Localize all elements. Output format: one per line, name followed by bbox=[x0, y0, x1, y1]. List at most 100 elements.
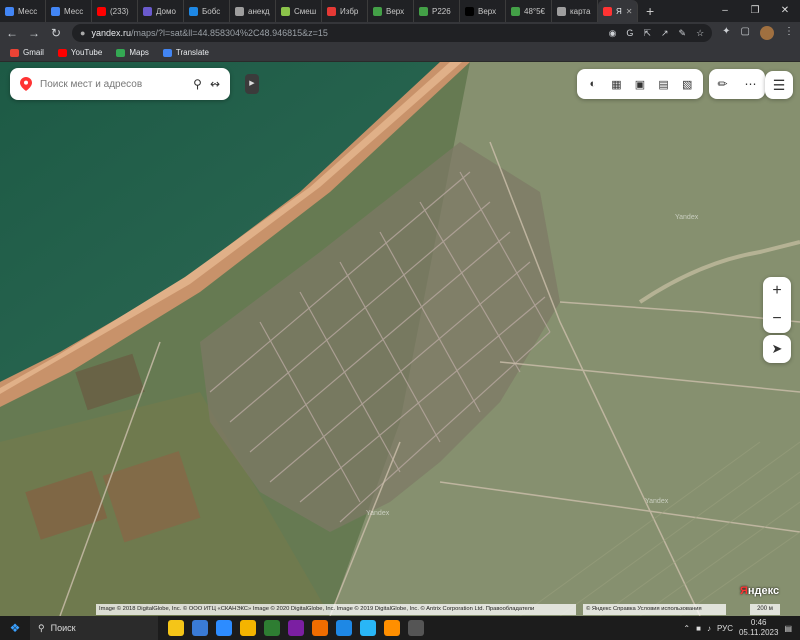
transport-icon[interactable]: ▤ bbox=[655, 78, 673, 91]
bookmark-label: Gmail bbox=[23, 48, 44, 57]
clock-time: 0:46 bbox=[750, 618, 767, 627]
tab-title: Смеш bbox=[294, 6, 317, 16]
bookmark-label: YouTube bbox=[70, 48, 103, 57]
browser-tab[interactable]: Верх bbox=[368, 0, 414, 22]
satellite-map[interactable]: Yandex Yandex Yandex bbox=[0, 62, 800, 616]
taskbar-app-icon[interactable] bbox=[384, 620, 400, 636]
bookmark-item[interactable]: Translate bbox=[162, 48, 209, 57]
zoom-in-button[interactable]: + bbox=[763, 277, 791, 305]
taskbar-app-icon[interactable] bbox=[312, 620, 328, 636]
map-tools: ✏ ⋯ bbox=[709, 69, 765, 99]
bookmark-favicon-icon bbox=[162, 48, 172, 57]
maximize-button[interactable]: ❐ bbox=[740, 0, 770, 22]
taskbar-app-icon[interactable] bbox=[216, 620, 232, 636]
tab-title: 48°5€ bbox=[524, 6, 545, 16]
volume-icon[interactable]: ♪ bbox=[707, 624, 711, 633]
network-icon[interactable]: ■ bbox=[696, 624, 701, 633]
ruler-icon[interactable]: ✏ bbox=[717, 77, 727, 91]
browser-tab[interactable]: (233) bbox=[92, 0, 138, 22]
browser-tab[interactable]: Верх bbox=[460, 0, 506, 22]
windows-start-icon[interactable]: ❖ bbox=[0, 621, 30, 635]
map-layers-icon[interactable]: ◐ bbox=[584, 78, 602, 90]
browser-tab[interactable]: анекд bbox=[230, 0, 276, 22]
windows-taskbar: ❖ ⚲ Поиск ⌃ ■ ♪ РУС 0:46 05.11.2023 ▤ bbox=[0, 616, 800, 640]
translate-icon[interactable]: ✎ bbox=[679, 28, 687, 39]
close-tab-icon[interactable]: ✕ bbox=[626, 7, 633, 16]
share-icon[interactable]: ↗ bbox=[661, 28, 669, 39]
location-icon[interactable]: ◉ bbox=[609, 28, 617, 39]
map-search-box: ⚲ ↭ bbox=[10, 68, 230, 100]
sidebar-toggle-button[interactable]: ▶ bbox=[245, 74, 259, 94]
tab-favicon-icon bbox=[603, 6, 612, 16]
chrome-menu-icon[interactable]: ⋮ bbox=[784, 26, 794, 40]
map-watermark: Yandex bbox=[366, 510, 390, 517]
profile-avatar[interactable] bbox=[760, 26, 774, 40]
forward-icon[interactable]: → bbox=[28, 26, 40, 40]
map-footer-links[interactable]: © Яндекс Справка Условия использования bbox=[583, 604, 726, 615]
url-host: yandex.ru bbox=[91, 28, 131, 38]
layer-controls: ◐ ▦ ▣ ▤ ▧ bbox=[577, 69, 703, 99]
browser-tab[interactable]: Месс bbox=[0, 0, 46, 22]
tab-title: Я bbox=[616, 6, 622, 16]
map-type-icon[interactable]: ▧ bbox=[678, 78, 696, 91]
browser-tab[interactable]: Бобс bbox=[184, 0, 230, 22]
taskbar-app-icon[interactable] bbox=[288, 620, 304, 636]
window-controls: – ❐ ✕ bbox=[710, 0, 800, 22]
bookmark-item[interactable]: Gmail bbox=[10, 48, 44, 57]
yandex-logo[interactable]: Яндекс bbox=[740, 585, 779, 597]
more-icon[interactable]: ⋯ bbox=[745, 77, 757, 91]
zoom-out-button[interactable]: − bbox=[763, 305, 791, 333]
geolocation-button[interactable]: ➤ bbox=[763, 335, 791, 363]
taskbar-search-label: Поиск bbox=[50, 623, 76, 633]
bookmarks-bar: Gmail YouTube Maps Translate bbox=[0, 44, 800, 62]
taskbar-app-icon[interactable] bbox=[240, 620, 256, 636]
minimize-button[interactable]: – bbox=[710, 0, 740, 22]
map-menu-button[interactable]: ☰ bbox=[765, 71, 793, 99]
search-input[interactable] bbox=[40, 78, 186, 90]
taskbar-app-icon[interactable] bbox=[192, 620, 208, 636]
tab-title: Домо bbox=[156, 6, 176, 16]
side-panel-icon[interactable]: ▢ bbox=[741, 26, 750, 40]
browser-tab[interactable]: Смеш bbox=[276, 0, 322, 22]
taskbar-app-icon[interactable] bbox=[264, 620, 280, 636]
notifications-icon[interactable]: ▤ bbox=[784, 624, 792, 633]
taskbar-search[interactable]: ⚲ Поиск bbox=[30, 616, 158, 640]
extensions-icon[interactable]: ✦ bbox=[722, 26, 730, 40]
address-bar[interactable]: ● yandex.ru/maps/?l=sat&ll=44.858304%2C4… bbox=[72, 24, 713, 42]
close-window-button[interactable]: ✕ bbox=[770, 0, 800, 22]
search-icon[interactable]: ⚲ bbox=[193, 77, 202, 91]
google-icon[interactable]: G bbox=[626, 28, 633, 39]
bookmark-item[interactable]: YouTube bbox=[57, 48, 103, 57]
browser-tab[interactable]: карта bbox=[552, 0, 598, 22]
new-tab-button[interactable]: + bbox=[638, 3, 662, 19]
bookmark-item[interactable]: Maps bbox=[116, 48, 149, 57]
browser-tab[interactable]: Месс bbox=[46, 0, 92, 22]
bookmark-favicon-icon bbox=[57, 48, 67, 57]
reload-icon[interactable]: ↻ bbox=[50, 26, 62, 40]
language-indicator[interactable]: РУС bbox=[717, 624, 733, 633]
clock[interactable]: 0:46 05.11.2023 bbox=[739, 618, 778, 638]
tab-favicon-icon bbox=[327, 6, 336, 16]
back-icon[interactable]: ← bbox=[6, 26, 18, 40]
browser-tab[interactable]: Домо bbox=[138, 0, 184, 22]
browser-tab[interactable]: Р226 bbox=[414, 0, 460, 22]
tab-title: Месс bbox=[64, 6, 84, 16]
taskbar-app-icon[interactable] bbox=[336, 620, 352, 636]
traffic-camera-icon[interactable]: ▣ bbox=[631, 78, 649, 91]
bookmark-star-icon[interactable]: ☆ bbox=[696, 28, 704, 39]
taskbar-app-icon[interactable] bbox=[168, 620, 184, 636]
browser-tab[interactable]: 48°5€ bbox=[506, 0, 552, 22]
open-in-app-icon[interactable]: ⇱ bbox=[643, 28, 651, 39]
tab-favicon-icon bbox=[51, 6, 60, 16]
taskbar-app-icon[interactable] bbox=[408, 620, 424, 636]
browser-tab[interactable]: Я ✕ bbox=[598, 0, 638, 22]
route-icon[interactable]: ↭ bbox=[210, 77, 220, 91]
taskbar-app-icon[interactable] bbox=[360, 620, 376, 636]
browser-toolbar: ← → ↻ ● yandex.ru/maps/?l=sat&ll=44.8583… bbox=[0, 22, 800, 44]
map-watermark: Yandex bbox=[675, 214, 699, 221]
panorama-icon[interactable]: ▦ bbox=[607, 78, 625, 91]
tray-chevron-icon[interactable]: ⌃ bbox=[683, 624, 690, 633]
browser-tab[interactable]: Избр bbox=[322, 0, 368, 22]
map-copyright[interactable]: Image © 2018 DigitalGlobe, Inc. © ООО ИТ… bbox=[96, 604, 576, 615]
tab-favicon-icon bbox=[189, 6, 198, 16]
